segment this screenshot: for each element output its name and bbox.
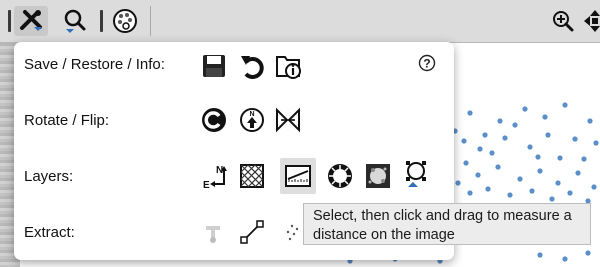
starburst-icon[interactable]: [324, 160, 356, 192]
tooltip-line-2: distance on the image: [313, 227, 455, 243]
zoom-search-icon[interactable]: [58, 6, 92, 36]
row-label-save-restore-info: Save / Restore / Info:: [24, 56, 165, 73]
ruler-tooltip: Select, then click and drag to measure a…: [303, 203, 591, 245]
toolbar-separator: [8, 10, 11, 32]
top-toolbar: [0, 0, 600, 43]
toolbar-separator: [150, 6, 151, 36]
grid-overlay-icon[interactable]: [236, 160, 268, 192]
line-profile-icon[interactable]: [236, 216, 268, 248]
restore-icon[interactable]: [236, 50, 268, 82]
rotate-icon[interactable]: [198, 104, 230, 136]
palette-icon[interactable]: [108, 6, 142, 36]
north-up-icon[interactable]: N: [236, 104, 268, 136]
svg-text:E: E: [203, 180, 210, 190]
help-icon[interactable]: ?: [418, 54, 436, 77]
tooltip-line-1: Select, then click and drag to measure a: [313, 208, 572, 224]
row-label-rotate-flip: Rotate / Flip:: [24, 112, 110, 129]
info-icon[interactable]: [272, 50, 304, 82]
noise-icon[interactable]: [362, 160, 394, 192]
toolbar-separator: [100, 10, 103, 32]
point-cloud-icon[interactable]: [282, 216, 302, 248]
row-label-extract: Extract:: [24, 224, 75, 241]
north-east-arrows-icon[interactable]: N E: [198, 160, 230, 192]
annotation-node-icon[interactable]: [400, 158, 432, 190]
cursor-pointer-icon[interactable]: [198, 216, 230, 248]
ruler-icon[interactable]: [280, 158, 316, 194]
save-icon[interactable]: [198, 50, 230, 82]
tools-icon[interactable]: [14, 6, 48, 36]
flip-icon[interactable]: [272, 104, 304, 136]
zoom-in-icon[interactable]: [550, 8, 576, 34]
pan-icon[interactable]: [582, 8, 600, 34]
row-label-layers: Layers:: [24, 168, 74, 185]
toolbar-right-group: [550, 6, 600, 36]
svg-text:N: N: [249, 111, 254, 118]
help-symbol: ?: [423, 57, 430, 71]
